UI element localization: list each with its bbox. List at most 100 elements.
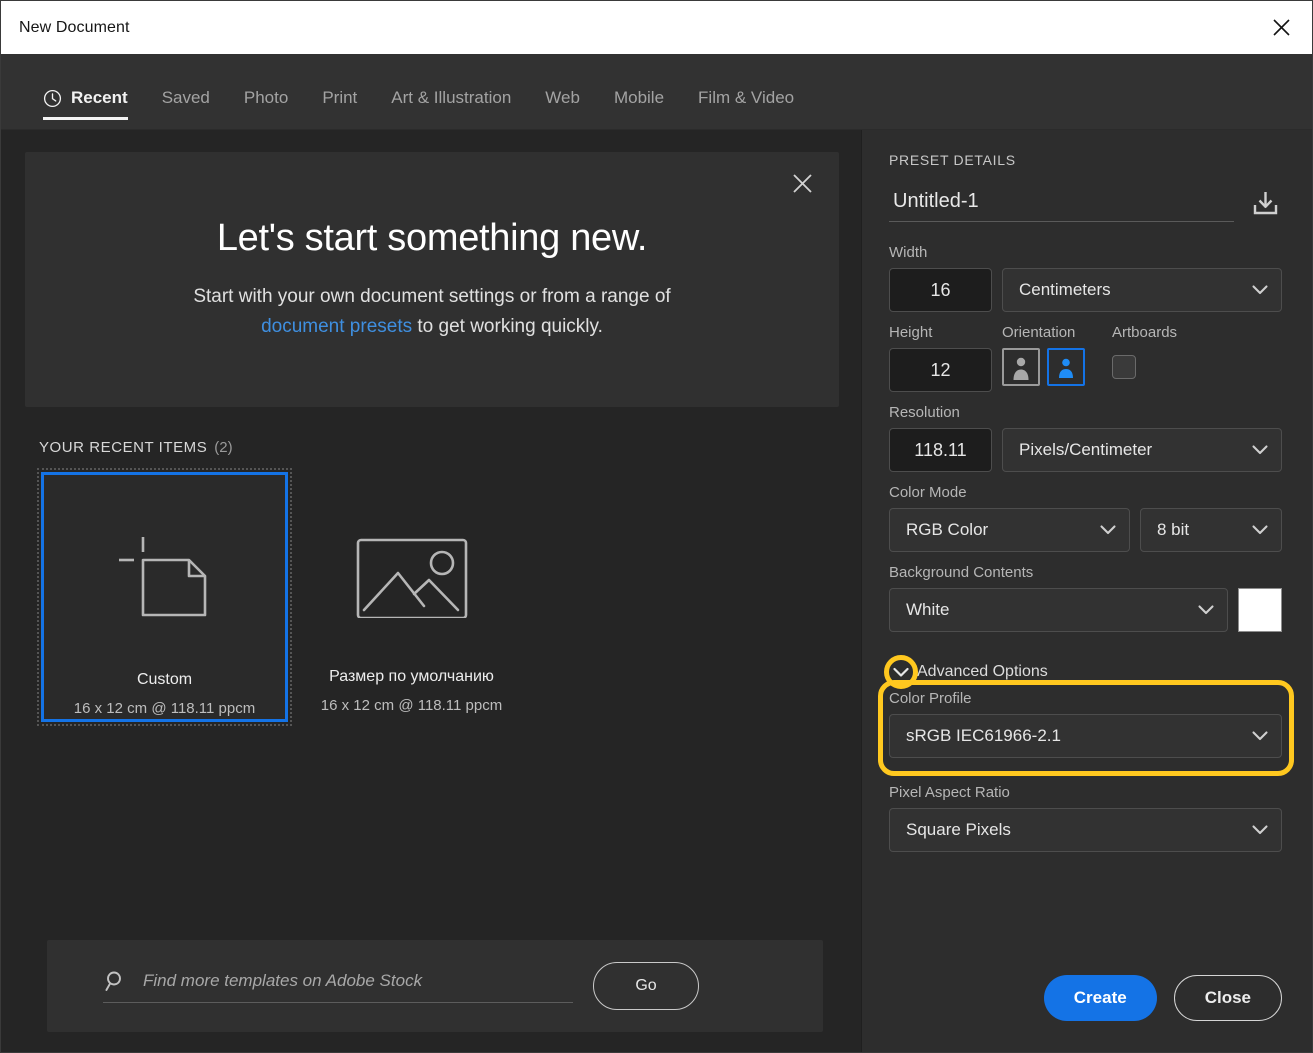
tab-saved-label: Saved bbox=[161, 88, 210, 107]
advanced-options-section: Color Profile sRGB IEC61966-2.1 bbox=[878, 680, 1294, 776]
advanced-options-toggle-row[interactable]: Advanced Options bbox=[884, 655, 1282, 689]
height-label: Height bbox=[889, 324, 933, 341]
tab-mobile[interactable]: Mobile bbox=[614, 88, 664, 129]
dialog-body: Let's start something new. Start with yo… bbox=[1, 130, 1312, 1052]
recent-item-default-size[interactable]: Размер по умолчанию 16 x 12 cm @ 118.11 … bbox=[288, 472, 535, 722]
custom-document-icon bbox=[118, 537, 206, 617]
tab-saved[interactable]: Saved bbox=[162, 88, 210, 129]
advanced-options-toggle[interactable] bbox=[884, 655, 918, 689]
bit-depth-select[interactable]: 8 bit bbox=[1140, 508, 1282, 552]
document-name-row bbox=[889, 186, 1282, 222]
tab-art-illustration-label: Art & Illustration bbox=[391, 88, 512, 107]
orientation-label: Orientation bbox=[1002, 324, 1076, 341]
stock-search-input[interactable] bbox=[143, 971, 573, 991]
promo-banner: Let's start something new. Start with yo… bbox=[25, 152, 839, 407]
close-icon bbox=[792, 173, 812, 193]
advanced-options-label: Advanced Options bbox=[917, 663, 1048, 680]
resolution-unit-select[interactable]: Pixels/Centimeter bbox=[1002, 428, 1282, 472]
stock-go-button[interactable]: Go bbox=[593, 962, 699, 1010]
background-contents-label: Background Contents bbox=[889, 564, 1034, 581]
width-unit-value: Centimeters bbox=[1019, 280, 1111, 299]
dialog-footer-buttons: Create Close bbox=[1043, 975, 1282, 1021]
tab-film-video[interactable]: Film & Video bbox=[698, 88, 794, 129]
search-icon bbox=[105, 971, 121, 991]
color-profile-label: Color Profile bbox=[889, 690, 972, 707]
color-mode-value: RGB Color bbox=[906, 520, 989, 539]
color-profile-select[interactable]: sRGB IEC61966-2.1 bbox=[889, 714, 1282, 758]
chevron-down-icon bbox=[1198, 605, 1214, 615]
orientation-group bbox=[1002, 348, 1102, 386]
tab-web-label: Web bbox=[545, 88, 580, 107]
templates-pane: Let's start something new. Start with yo… bbox=[1, 130, 861, 1052]
resolution-input[interactable] bbox=[889, 428, 992, 472]
close-button[interactable]: Close bbox=[1173, 975, 1282, 1021]
recent-item-name: Размер по умолчанию bbox=[329, 668, 494, 685]
promo-subtitle: Start with your own document settings or… bbox=[193, 282, 670, 342]
artboards-label: Artboards bbox=[1112, 324, 1178, 341]
recent-items-heading: YOUR RECENT ITEMS (2) bbox=[39, 439, 839, 456]
document-presets-link[interactable]: document presets bbox=[261, 316, 412, 337]
height-input[interactable] bbox=[889, 348, 992, 392]
height-orientation-artboards-row bbox=[889, 348, 1282, 392]
promo-close-button[interactable] bbox=[785, 166, 819, 200]
new-document-dialog: New Document Recent Saved Photo Print Ar… bbox=[0, 0, 1313, 1053]
bit-depth-value: 8 bit bbox=[1157, 520, 1190, 539]
pixel-aspect-ratio-value: Square Pixels bbox=[906, 820, 1011, 839]
tab-art-illustration[interactable]: Art & Illustration bbox=[391, 88, 511, 129]
color-mode-label: Color Mode bbox=[889, 484, 967, 501]
artboards-checkbox[interactable] bbox=[1112, 355, 1136, 379]
preset-details-pane: PRESET DETAILS Width Centimeters bbox=[861, 130, 1312, 1052]
tab-mobile-label: Mobile bbox=[613, 88, 665, 107]
adobe-stock-bar: Go bbox=[47, 940, 823, 1032]
resolution-unit-value: Pixels/Centimeter bbox=[1019, 440, 1153, 459]
resolution-row: Pixels/Centimeter bbox=[889, 428, 1282, 472]
tab-photo[interactable]: Photo bbox=[244, 88, 288, 129]
recent-item-custom[interactable]: Custom 16 x 12 cm @ 118.11 ppcm bbox=[37, 468, 292, 726]
recent-item-thumbnail bbox=[113, 517, 217, 637]
window-close-button[interactable] bbox=[1264, 11, 1298, 45]
recent-item-meta: 16 x 12 cm @ 118.11 ppcm bbox=[320, 697, 503, 714]
document-name-input[interactable] bbox=[889, 190, 1234, 222]
clock-icon bbox=[43, 89, 62, 107]
pixel-aspect-ratio-row: Square Pixels bbox=[889, 808, 1282, 852]
recent-item-name: Custom bbox=[136, 671, 193, 688]
promo-subtitle-line1: Start with your own document settings or… bbox=[193, 285, 671, 307]
chevron-down-icon bbox=[1252, 525, 1268, 535]
window-title: New Document bbox=[19, 18, 130, 36]
create-button[interactable]: Create bbox=[1043, 975, 1157, 1021]
width-label: Width bbox=[889, 244, 928, 261]
background-contents-row: White bbox=[889, 588, 1282, 632]
color-mode-select[interactable]: RGB Color bbox=[889, 508, 1130, 552]
height-orientation-artboards-labels: Height Orientation Artboards bbox=[889, 324, 1282, 348]
tab-print[interactable]: Print bbox=[322, 88, 357, 129]
recent-items-grid: Custom 16 x 12 cm @ 118.11 ppcm Размер п… bbox=[37, 468, 839, 726]
portrait-orientation-icon bbox=[1013, 357, 1029, 380]
tab-film-video-label: Film & Video bbox=[698, 88, 795, 107]
tab-web[interactable]: Web bbox=[545, 88, 580, 129]
chevron-down-icon bbox=[1252, 825, 1268, 835]
tab-recent-label: Recent bbox=[71, 88, 128, 107]
background-contents-select[interactable]: White bbox=[889, 588, 1228, 632]
promo-subtitle-line2: to get working quickly. bbox=[417, 316, 603, 337]
tab-bar: Recent Saved Photo Print Art & Illustrat… bbox=[1, 54, 1312, 130]
width-unit-select[interactable]: Centimeters bbox=[1002, 268, 1282, 312]
background-color-swatch[interactable] bbox=[1238, 588, 1282, 632]
chevron-down-icon bbox=[893, 667, 909, 677]
background-contents-value: White bbox=[906, 600, 950, 619]
stock-search-group bbox=[103, 969, 573, 1003]
chevron-down-icon bbox=[1100, 525, 1116, 535]
preset-details-heading: PRESET DETAILS bbox=[889, 152, 1016, 168]
image-placeholder-icon bbox=[356, 538, 467, 618]
save-preset-button[interactable] bbox=[1248, 186, 1282, 220]
pixel-aspect-ratio-select[interactable]: Square Pixels bbox=[889, 808, 1282, 852]
color-profile-value: sRGB IEC61966-2.1 bbox=[906, 726, 1061, 745]
promo-title: Let's start something new. bbox=[216, 216, 648, 259]
tab-recent[interactable]: Recent bbox=[43, 88, 128, 129]
tab-photo-label: Photo bbox=[243, 88, 289, 107]
width-input[interactable] bbox=[889, 268, 992, 312]
orientation-landscape-button[interactable] bbox=[1047, 348, 1085, 386]
resolution-label: Resolution bbox=[889, 404, 960, 421]
orientation-portrait-button[interactable] bbox=[1002, 348, 1040, 386]
color-profile-row: sRGB IEC61966-2.1 bbox=[889, 714, 1282, 758]
recent-items-title: YOUR RECENT ITEMS bbox=[39, 439, 208, 456]
